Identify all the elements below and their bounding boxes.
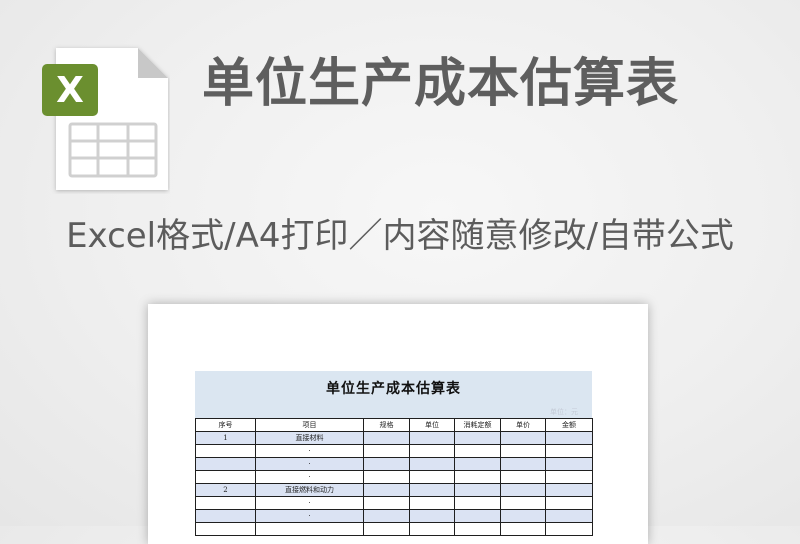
col-header: 金额 [545,418,593,432]
table-cell [454,457,501,471]
table-cell [545,470,593,484]
table-cell [545,431,593,445]
table-cell [454,522,501,536]
table-header-row: 序号 项目 规格 单位 消耗定额 单价 金额 [195,418,593,432]
table-cell [500,457,546,471]
table-cell: 2 [195,483,256,497]
table-cell [454,509,501,523]
col-header: 规格 [363,418,410,432]
spreadsheet: 单位生产成本估算表 单位：元 序号 项目 规格 单位 消耗定额 单价 金额 1 … [195,371,593,536]
table-cell [545,522,593,536]
table-row: · [195,509,593,523]
table-cell [409,509,455,523]
table-cell [454,470,501,484]
table-cell [409,470,455,484]
table-cell [363,470,410,484]
table-cell: · [255,496,364,510]
document-preview: 单位生产成本估算表 单位：元 序号 项目 规格 单位 消耗定额 单价 金额 1 … [148,304,648,544]
table-cell [363,431,410,445]
table-cell [454,444,501,458]
table-cell [500,431,546,445]
table-cell [500,522,546,536]
table-cell [363,444,410,458]
table-cell [363,496,410,510]
sheet-title: 单位生产成本估算表 [195,371,592,407]
table-cell [363,522,410,536]
table-cell [545,457,593,471]
table-cell [409,431,455,445]
unit-label: 单位：元 [195,407,592,418]
page-subtitle: Excel格式/A4打印／内容随意修改/自带公式 [66,216,734,256]
table-cell: 直接材料 [255,431,364,445]
table-cell [500,509,546,523]
table-row: · [195,470,593,484]
table-cell [409,496,455,510]
table-cell [195,444,256,458]
table-row [195,522,593,536]
table-cell [409,522,455,536]
col-header: 单价 [500,418,546,432]
col-header: 序号 [195,418,256,432]
table-cell [454,483,501,497]
table-cell [545,483,593,497]
table-cell: 1 [195,431,256,445]
table-cell: · [255,470,364,484]
table-cell [409,457,455,471]
table-cell [500,470,546,484]
table-cell: · [255,509,364,523]
table-cell [500,444,546,458]
table-row: · [195,457,593,471]
table-cell [454,496,501,510]
cost-table: 序号 项目 规格 单位 消耗定额 单价 金额 1 直接材料 · · · 2 直接… [195,418,593,536]
table-cell [195,509,256,523]
table-cell [195,522,256,536]
table-row: · [195,496,593,510]
table-cell [195,470,256,484]
table-cell [409,483,455,497]
excel-file-icon: X [40,44,170,194]
table-cell [409,444,455,458]
table-cell [545,496,593,510]
table-row: 2 直接燃料和动力 [195,483,593,497]
table-cell [363,483,410,497]
col-header: 单位 [409,418,455,432]
table-cell [195,496,256,510]
col-header: 消耗定额 [454,418,501,432]
table-cell [500,483,546,497]
col-header: 项目 [255,418,364,432]
table-cell [454,431,501,445]
table-cell [363,509,410,523]
table-cell [255,522,364,536]
table-cell [195,457,256,471]
table-cell [545,509,593,523]
page-title: 单位生产成本估算表 [202,54,680,114]
excel-badge-letter: X [56,70,84,111]
table-cell: · [255,444,364,458]
table-cell: 直接燃料和动力 [255,483,364,497]
table-cell: · [255,457,364,471]
table-row: · [195,444,593,458]
table-cell [545,444,593,458]
table-cell [500,496,546,510]
table-row: 1 直接材料 [195,431,593,445]
table-cell [363,457,410,471]
